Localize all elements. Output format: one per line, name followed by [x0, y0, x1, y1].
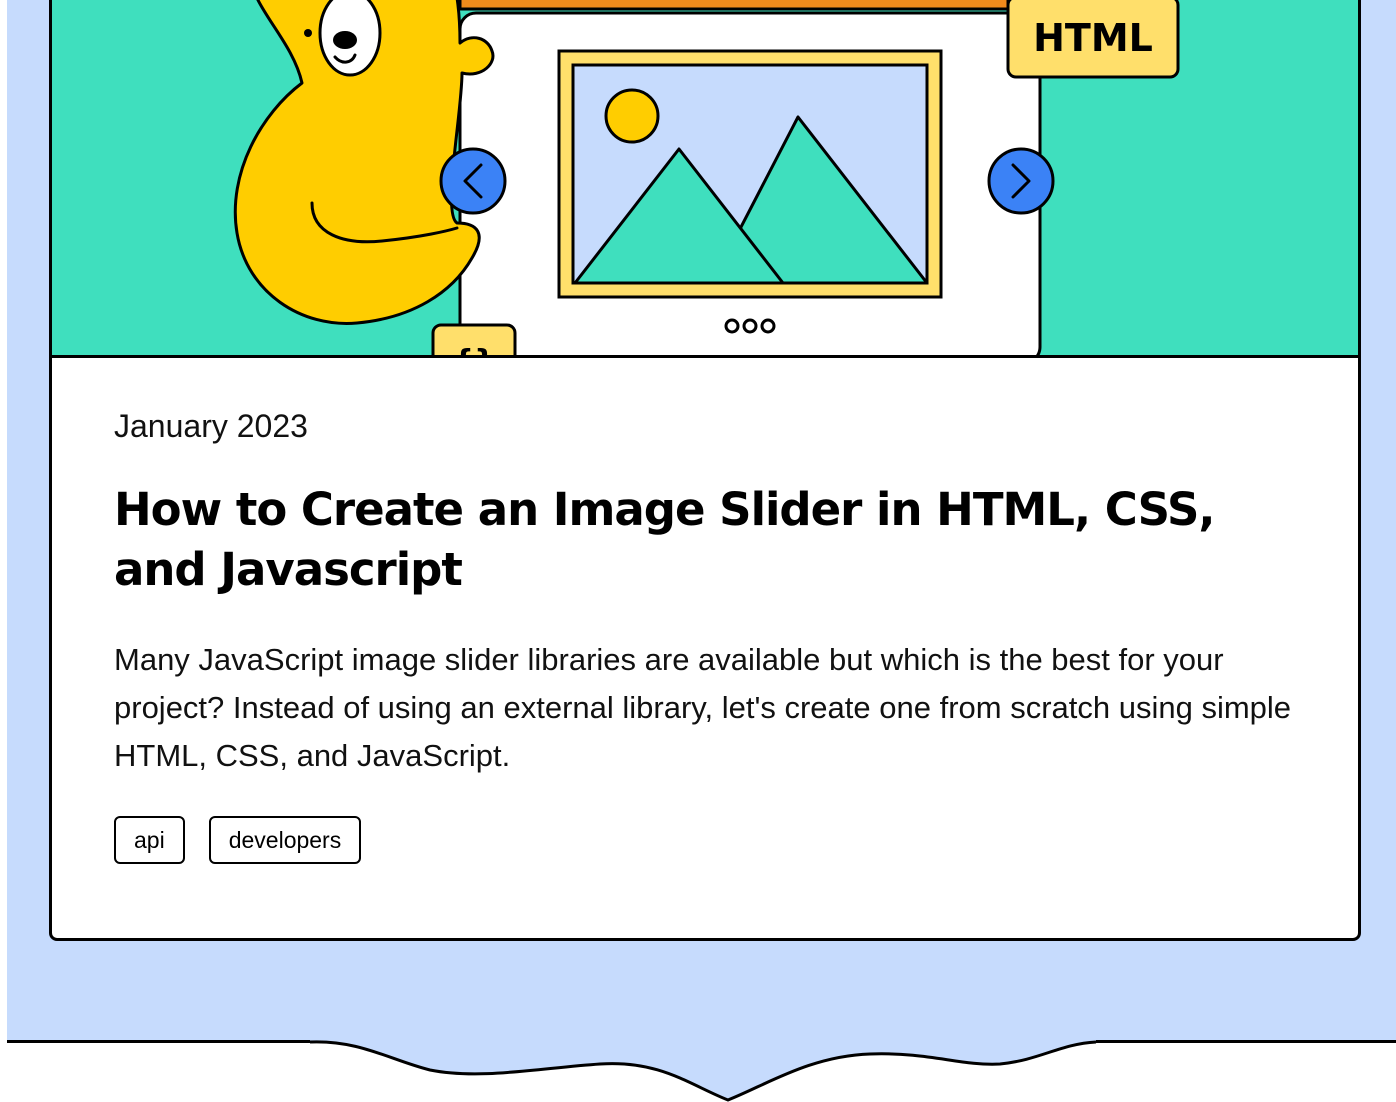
image-slider-illustration: HTML {} [233, 0, 1180, 355]
sun-icon [604, 88, 660, 144]
code-badge-label: {} [453, 344, 496, 355]
tag-developers[interactable]: developers [208, 816, 362, 864]
tag-list: api developers [114, 816, 1314, 864]
post-date: January 2023 [114, 408, 308, 444]
post-content: January 2023 How to Create an Image Slid… [114, 378, 1314, 864]
blog-post-card[interactable]: HTML {} January 2023 How to Create an Im… [49, 0, 1361, 941]
post-description: Many JavaScript image slider libraries a… [114, 642, 1292, 773]
tag-api[interactable]: api [114, 816, 185, 864]
hero-illustration: HTML {} [52, 0, 1358, 358]
html-badge-label: HTML [1033, 16, 1153, 60]
code-badge: {} [431, 323, 517, 355]
prev-slide-button[interactable] [439, 147, 507, 215]
orange-strip [458, 0, 1010, 11]
post-title[interactable]: How to Create an Image Slider in HTML, C… [114, 480, 1314, 600]
wave-divider [309, 1030, 1097, 1102]
html-badge: HTML [1006, 0, 1180, 79]
next-slide-button[interactable] [987, 147, 1055, 215]
